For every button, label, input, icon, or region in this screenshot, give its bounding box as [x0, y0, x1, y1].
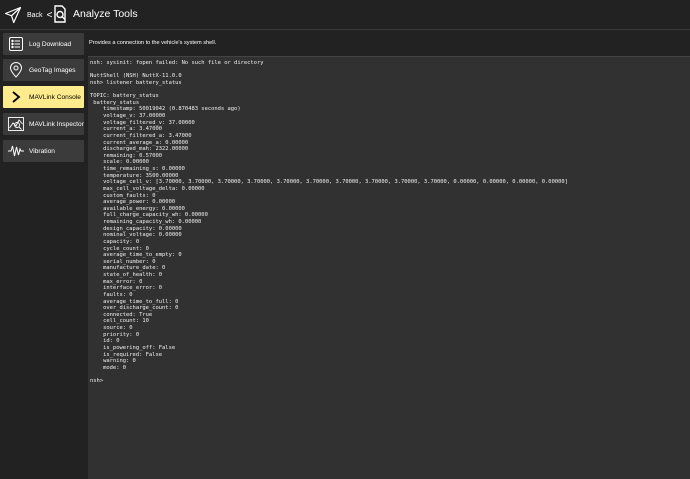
chart-icon: [8, 116, 24, 132]
sidebar-item-mavlink-inspector[interactable]: MAVLink Inspector: [3, 113, 84, 135]
sidebar-item-label: MAVLink Inspector: [29, 120, 84, 128]
list-icon: [8, 36, 24, 52]
sidebar-item-label: GeoTag Images: [29, 66, 76, 74]
analyze-tool-icon: [54, 5, 66, 23]
sidebar-item-label: MAVLink Console: [29, 93, 81, 101]
back-button[interactable]: Back <: [4, 3, 52, 27]
chevron-right-icon: [8, 89, 24, 105]
console-text: nsh: sysinit: fopen failed: No such file…: [90, 60, 568, 384]
sidebar-item-log-download[interactable]: Log Download: [3, 33, 84, 55]
page-description: Provides a connection to the vehicle's s…: [89, 40, 217, 46]
map-pin-icon: [8, 62, 24, 78]
sidebar: Log Download GeoTag Images MAVLink Conso…: [0, 30, 88, 478]
sidebar-item-label: Log Download: [29, 40, 72, 48]
sidebar-item-mavlink-console[interactable]: MAVLink Console: [3, 86, 84, 108]
sidebar-item-geotag-images[interactable]: GeoTag Images: [3, 59, 84, 81]
waveform-icon: [8, 143, 24, 159]
console-output[interactable]: nsh: sysinit: fopen failed: No such file…: [88, 56, 690, 479]
paper-plane-icon: [4, 6, 22, 24]
top-toolbar: Back < Analyze Tools: [0, 0, 690, 30]
sidebar-item-vibration[interactable]: Vibration: [3, 140, 84, 162]
page-title: Analyze Tools: [73, 8, 138, 20]
back-label: Back: [27, 11, 43, 19]
sidebar-item-label: Vibration: [29, 147, 55, 155]
